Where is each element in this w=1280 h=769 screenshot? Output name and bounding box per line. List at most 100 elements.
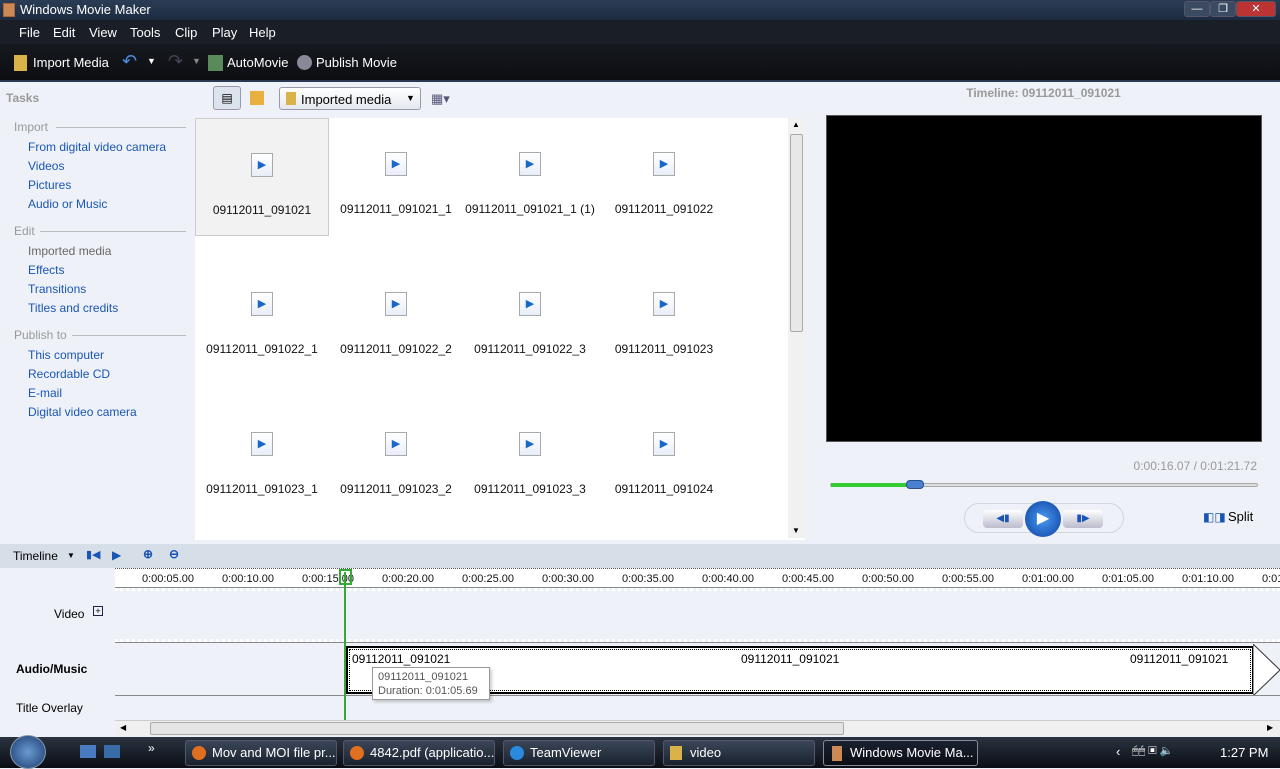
link-transitions[interactable]: Transitions xyxy=(28,282,86,296)
timeline-hscrollbar[interactable]: ◀ ▶ xyxy=(115,720,1280,736)
link-imported-media[interactable]: Imported media xyxy=(28,244,111,258)
zoom-out-icon[interactable]: ⊖ xyxy=(169,547,179,561)
clip-tooltip: 09112011_091021 Duration: 0:01:05.69 xyxy=(372,667,490,700)
zoom-in-icon[interactable]: ⊕ xyxy=(143,547,153,561)
menu-edit[interactable]: Edit xyxy=(53,25,75,40)
rewind-icon[interactable]: ▮◀ xyxy=(86,548,101,561)
video-track[interactable] xyxy=(115,588,1280,642)
app-icon xyxy=(832,746,842,761)
media-item[interactable]: ▶ 09112011_091021 xyxy=(195,118,329,236)
scroll-thumb[interactable] xyxy=(790,134,803,332)
firefox-icon xyxy=(350,746,364,760)
clip-label: 09112011_091021 xyxy=(352,652,451,666)
media-scrollbar[interactable]: ▲ ▼ xyxy=(788,118,805,538)
link-email[interactable]: E-mail xyxy=(28,386,62,400)
scroll-up-icon[interactable]: ▲ xyxy=(792,120,800,129)
taskbar-label: video xyxy=(690,745,722,760)
show-desktop-icon[interactable] xyxy=(80,745,96,758)
media-item[interactable]: ▶ 09112011_091022_2 xyxy=(329,258,463,376)
seek-bar[interactable] xyxy=(830,480,1258,489)
clock[interactable]: 1:27 PM xyxy=(1220,745,1268,760)
timeline-ruler[interactable]: 0:00:05.00 0:00:10.00 0:00:15.00 0:00:20.00… xyxy=(115,568,1280,588)
media-item[interactable]: ▶ 09112011_091023_3 xyxy=(463,398,597,516)
taskbar-item-teamviewer[interactable]: TeamViewer xyxy=(503,740,655,766)
scroll-right-icon[interactable]: ▶ xyxy=(1267,723,1273,732)
collection-dropdown[interactable]: Imported media ▼ xyxy=(279,87,421,110)
tray-expand-icon[interactable]: ‹ xyxy=(1116,744,1120,759)
play-timeline-icon[interactable]: ▶ xyxy=(112,548,121,562)
divider xyxy=(115,642,1280,643)
undo-dropdown-icon[interactable]: ▼ xyxy=(147,56,156,66)
media-item[interactable]: ▶ 09112011_091023 xyxy=(597,258,731,376)
menu-play[interactable]: Play xyxy=(212,25,237,40)
media-item[interactable]: ▶ 09112011_091021_1 xyxy=(329,118,463,236)
media-item[interactable]: ▶ 09112011_091022_1 xyxy=(195,258,329,376)
link-from-camera[interactable]: From digital video camera xyxy=(28,140,166,154)
media-item[interactable]: ▶ 09112011_091022_3 xyxy=(463,258,597,376)
media-item[interactable]: ▶ 09112011_091022 xyxy=(597,118,731,236)
media-item[interactable]: ▶ 09112011_091023_1 xyxy=(195,398,329,516)
split-button[interactable]: Split xyxy=(1228,509,1253,524)
maximize-button[interactable]: ❐ xyxy=(1210,1,1236,17)
publish-movie-button[interactable]: Publish Movie xyxy=(316,55,397,70)
taskbar-item-movie-maker[interactable]: Windows Movie Ma... xyxy=(823,740,978,766)
menu-file[interactable]: File xyxy=(19,25,40,40)
timeline-dropdown[interactable]: Timeline xyxy=(13,549,58,563)
redo-dropdown-icon[interactable]: ▼ xyxy=(192,56,201,66)
chevron-down-icon[interactable]: ▼ xyxy=(67,551,75,560)
seek-thumb[interactable] xyxy=(906,480,925,489)
media-item[interactable]: ▶ 09112011_091021_1 (1) xyxy=(463,118,597,236)
redo-icon[interactable]: ↷ xyxy=(168,51,183,72)
clip-label: 09112011_091021 xyxy=(1130,652,1229,666)
link-pictures[interactable]: Pictures xyxy=(28,178,71,192)
next-frame-button[interactable]: ▮▶ xyxy=(1063,510,1103,528)
automovie-button[interactable]: AutoMovie xyxy=(227,55,288,70)
media-item[interactable]: ▶ 09112011_091023_2 xyxy=(329,398,463,516)
link-titles-credits[interactable]: Titles and credits xyxy=(28,301,118,315)
link-this-computer[interactable]: This computer xyxy=(28,348,104,362)
taskbar-item-video[interactable]: video xyxy=(663,740,815,766)
media-item[interactable]: ▶ 09112011_091024 xyxy=(597,398,731,516)
scroll-thumb[interactable] xyxy=(150,722,844,735)
media-item-label: 09112011_091021_1 xyxy=(340,202,452,216)
scroll-left-icon[interactable]: ◀ xyxy=(120,723,126,732)
title-overlay-label: Title Overlay xyxy=(16,701,83,715)
menu-view[interactable]: View xyxy=(89,25,117,40)
collections-icon[interactable] xyxy=(250,91,264,105)
video-track-label: Video xyxy=(54,607,85,621)
preview-pane: Timeline: 09112011_091021 0:00:16.07 / 0… xyxy=(807,82,1280,540)
quicklaunch-overflow-icon[interactable]: » xyxy=(148,741,155,755)
scroll-down-icon[interactable]: ▼ xyxy=(792,526,800,535)
link-videos[interactable]: Videos xyxy=(28,159,64,173)
ruler-tick-label: 0:00:20.00 xyxy=(382,573,434,585)
menu-help[interactable]: Help xyxy=(249,25,276,40)
play-button[interactable]: ▶ xyxy=(1025,501,1061,537)
switch-windows-icon[interactable] xyxy=(104,745,120,758)
expand-icon[interactable]: + xyxy=(93,606,103,616)
taskbar-item-firefox-2[interactable]: 4842.pdf (applicatio... xyxy=(343,740,495,766)
link-recordable-cd[interactable]: Recordable CD xyxy=(28,367,110,381)
taskbar-item-firefox-1[interactable]: Mov and MOI file pr... xyxy=(185,740,337,766)
playback-controls: ◀▮ ▶ ▮▶ xyxy=(964,501,1124,537)
minimize-button[interactable]: — xyxy=(1184,1,1210,17)
timeline-toolbar: Timeline ▼ ▮◀ ▶ ⊕ ⊖ xyxy=(0,544,1280,568)
divider xyxy=(115,695,1280,696)
start-button[interactable] xyxy=(10,735,46,769)
menu-bar: File Edit View Tools Clip Play Help xyxy=(0,20,1280,44)
previous-frame-button[interactable]: ◀▮ xyxy=(983,510,1023,528)
view-options-icon[interactable]: ▦▾ xyxy=(431,91,450,107)
close-button[interactable]: ✕ xyxy=(1236,1,1276,17)
menu-clip[interactable]: Clip xyxy=(175,25,197,40)
menu-tools[interactable]: Tools xyxy=(130,25,160,40)
tasks-title: Tasks xyxy=(6,91,40,105)
import-media-button[interactable]: Import Media xyxy=(33,55,109,70)
link-audio-music[interactable]: Audio or Music xyxy=(28,197,107,211)
ruler-tick-label: 0:01:15.00 xyxy=(1262,573,1280,585)
playhead-handle[interactable] xyxy=(339,569,352,585)
playhead[interactable] xyxy=(344,572,346,720)
undo-icon[interactable]: ↶ xyxy=(122,51,137,72)
tray-icons[interactable]: 🖱🖱 ▣ 🔈 xyxy=(1132,744,1173,758)
tasks-toggle-button[interactable]: ▤ xyxy=(213,86,241,110)
link-digital-camera[interactable]: Digital video camera xyxy=(28,405,137,419)
link-effects[interactable]: Effects xyxy=(28,263,64,277)
